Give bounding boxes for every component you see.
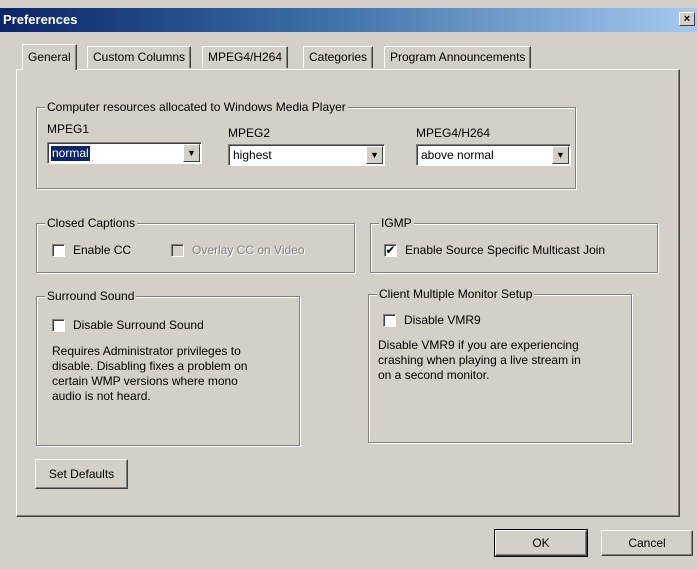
resources-legend: Computer resources allocated to Windows …	[45, 100, 348, 114]
monitor-note-line: Disable VMR9 if you are experiencing	[378, 338, 579, 352]
surround-note: Requires Administrator privileges to dis…	[52, 344, 247, 404]
mpeg1-label: MPEG1	[47, 122, 90, 136]
surround-note-line: certain WMP versions where mono	[52, 374, 238, 388]
chevron-down-icon[interactable]: ▼	[366, 146, 383, 164]
window-title: Preferences	[3, 12, 78, 27]
tab-program-announcements[interactable]: Program Announcements	[384, 46, 532, 68]
set-defaults-button[interactable]: Set Defaults	[35, 459, 128, 489]
general-tab-panel: Computer resources allocated to Windows …	[16, 69, 680, 517]
mpeg4-label: MPEG4/H264	[416, 126, 491, 140]
closed-captions-group: Closed Captions Enable CC Overlay CC on …	[36, 216, 355, 273]
cancel-button[interactable]: Cancel	[601, 530, 693, 556]
overlay-cc-checkbox	[171, 244, 184, 257]
tab-custom-columns[interactable]: Custom Columns	[87, 46, 192, 68]
ssm-join-checkbox[interactable]: ✔	[384, 244, 397, 257]
enable-cc-label[interactable]: Enable CC	[73, 243, 131, 257]
tab-mpeg4-h264[interactable]: MPEG4/H264	[202, 46, 289, 68]
resources-group: Computer resources allocated to Windows …	[36, 100, 576, 189]
monitor-note: Disable VMR9 if you are experiencing cra…	[378, 338, 581, 383]
chevron-down-icon[interactable]: ▼	[183, 144, 200, 162]
surround-sound-group: Surround Sound Disable Surround Sound Re…	[36, 289, 300, 446]
monitor-note-line: on a second monitor.	[378, 368, 490, 382]
ok-button[interactable]: OK	[494, 529, 588, 557]
mpeg2-priority-select[interactable]: highest ▼	[228, 144, 385, 166]
tab-categories[interactable]: Categories	[303, 46, 374, 68]
title-bar[interactable]: Preferences ×	[0, 8, 697, 32]
surround-sound-legend: Surround Sound	[45, 289, 137, 303]
close-icon[interactable]: ×	[679, 12, 695, 26]
monitor-setup-group: Client Multiple Monitor Setup Disable VM…	[368, 287, 632, 443]
igmp-legend: IGMP	[379, 216, 414, 230]
igmp-group: IGMP ✔ Enable Source Specific Multicast …	[370, 216, 658, 273]
tab-general[interactable]: General	[22, 44, 77, 70]
surround-note-line: audio is not heard.	[52, 389, 151, 403]
closed-captions-legend: Closed Captions	[45, 216, 138, 230]
mpeg2-label: MPEG2	[228, 126, 271, 140]
ssm-join-label[interactable]: Enable Source Specific Multicast Join	[405, 243, 605, 257]
enable-cc-checkbox[interactable]	[52, 244, 65, 257]
monitor-note-line: crashing when playing a live stream in	[378, 353, 581, 367]
mpeg4-selected-value: above normal	[421, 148, 494, 162]
disable-vmr9-checkbox[interactable]	[383, 314, 396, 327]
mpeg4-priority-select[interactable]: above normal ▼	[416, 144, 571, 166]
preferences-dialog: Preferences × General Custom Columns MPE…	[0, 0, 697, 569]
disable-surround-label[interactable]: Disable Surround Sound	[73, 318, 204, 332]
mpeg1-priority-select[interactable]: normal ▼	[47, 142, 202, 164]
surround-note-line: Requires Administrator privileges to	[52, 344, 241, 358]
disable-surround-checkbox[interactable]	[52, 319, 65, 332]
disable-vmr9-label[interactable]: Disable VMR9	[404, 313, 481, 327]
overlay-cc-label: Overlay CC on Video	[192, 243, 305, 257]
mpeg2-selected-value: highest	[233, 148, 272, 162]
surround-note-line: disable. Disabling fixes a problem on	[52, 359, 248, 373]
monitor-setup-legend: Client Multiple Monitor Setup	[377, 287, 535, 301]
mpeg1-selected-value: normal	[50, 145, 91, 162]
chevron-down-icon[interactable]: ▼	[552, 146, 569, 164]
